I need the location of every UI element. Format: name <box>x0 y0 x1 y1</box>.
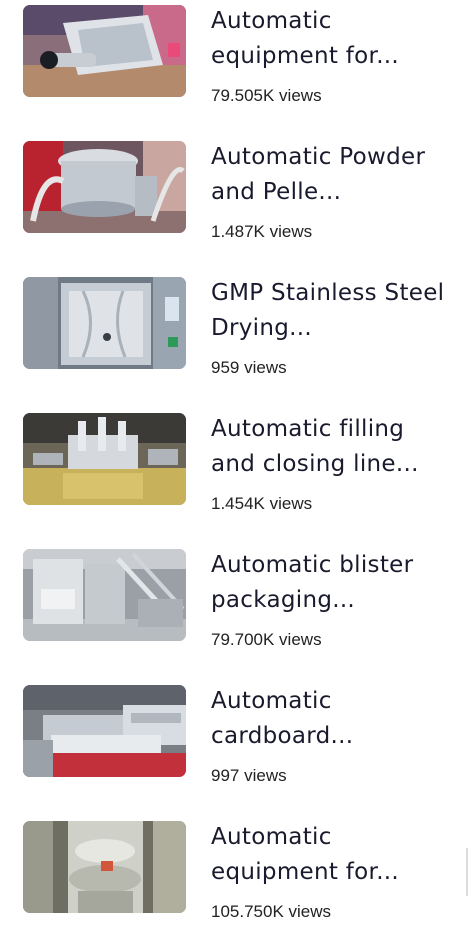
view-count: 105.750K views <box>211 902 332 921</box>
video-title[interactable]: Automatic equipment for... <box>211 820 451 890</box>
video-thumbnail[interactable] <box>23 549 186 641</box>
video-item[interactable]: Automatic filling and closing line... 1.… <box>0 408 468 528</box>
video-thumbnail[interactable] <box>23 277 186 369</box>
machine-thumbnail-icon <box>23 5 186 97</box>
video-title[interactable]: GMP Stainless Steel Drying... <box>211 276 451 346</box>
video-thumbnail[interactable] <box>23 5 186 97</box>
machine-thumbnail-icon <box>23 413 186 505</box>
machine-thumbnail-icon <box>23 141 186 233</box>
video-title[interactable]: Automatic filling and closing line... <box>211 412 451 482</box>
view-count: 1.487K views <box>211 222 313 241</box>
video-thumbnail[interactable] <box>23 413 186 505</box>
machine-thumbnail-icon <box>23 277 186 369</box>
machine-thumbnail-icon <box>23 685 186 777</box>
video-thumbnail[interactable] <box>23 821 186 913</box>
machine-thumbnail-icon <box>23 549 186 641</box>
video-title[interactable]: Automatic Powder and Pelle... <box>211 140 451 210</box>
video-thumbnail[interactable] <box>23 685 186 777</box>
video-thumbnail[interactable] <box>23 141 186 233</box>
video-title[interactable]: Automatic equipment for... <box>211 4 451 74</box>
machine-thumbnail-icon <box>23 821 186 913</box>
view-count: 959 views <box>211 358 287 377</box>
view-count: 79.700K views <box>211 630 322 649</box>
video-item[interactable]: Automatic blister packaging... 79.700K v… <box>0 544 468 664</box>
video-item[interactable]: GMP Stainless Steel Drying... 959 views <box>0 272 468 392</box>
video-item[interactable]: Automatic equipment for... 79.505K views <box>0 0 468 120</box>
view-count: 1.454K views <box>211 494 313 513</box>
video-item[interactable]: Automatic Powder and Pelle... 1.487K vie… <box>0 136 468 256</box>
video-title[interactable]: Automatic blister packaging... <box>211 548 451 618</box>
video-item[interactable]: Automatic equipment for... 105.750K view… <box>0 816 468 936</box>
video-item[interactable]: Automatic cardboard... 997 views <box>0 680 468 800</box>
video-title[interactable]: Automatic cardboard... <box>211 684 451 754</box>
view-count: 997 views <box>211 766 287 785</box>
view-count: 79.505K views <box>211 86 322 105</box>
